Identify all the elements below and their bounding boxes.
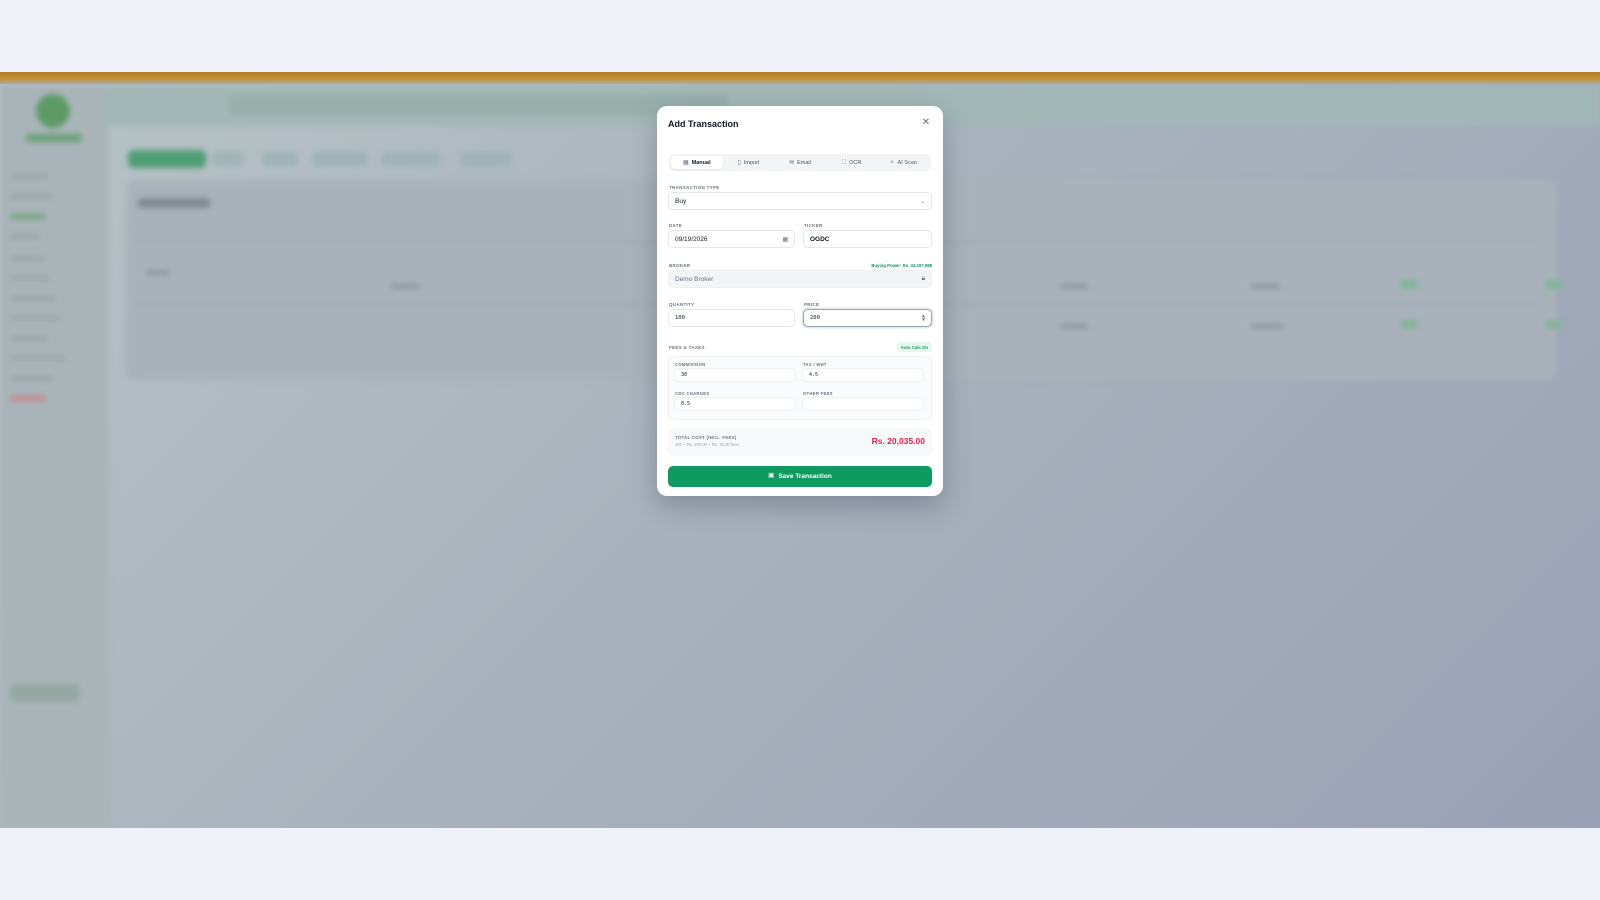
sidebar-item [10, 356, 66, 361]
tax-wht-value: 4.5 [809, 372, 819, 378]
sidebar-item [10, 276, 50, 281]
chevron-down-icon: ⌄ [919, 198, 925, 205]
price-input[interactable]: 200 ▲ ▼ [803, 309, 932, 327]
tab-ai-scan[interactable]: ✧ AI Scan [877, 156, 929, 169]
quantity-label: QUANTITY [669, 302, 695, 307]
tab-ocr[interactable]: ⛶ OCR [826, 156, 878, 169]
sidebar-item [10, 316, 60, 321]
sidebar-item [10, 174, 48, 179]
table-icon: ▦ [682, 159, 689, 166]
ticker-value: OGDC [810, 235, 830, 243]
lock-icon: 🔒︎ [921, 275, 925, 282]
mail-icon: ✉ [789, 159, 795, 166]
broker-field: Demo Broker 🔒︎ [668, 270, 932, 288]
card-title [138, 198, 210, 208]
price-label: PRICE [804, 302, 820, 307]
save-transaction-button[interactable]: ▣ Save Transaction [668, 466, 932, 487]
tab-label: Import [743, 159, 760, 166]
sidebar-item-active [10, 214, 46, 219]
sidebar [0, 84, 108, 828]
cdc-charges-value: 0.5 [681, 401, 691, 407]
cdc-charges-input[interactable]: 0.5 [674, 397, 796, 411]
modal-title: Add Transaction [668, 119, 739, 129]
user-card [10, 684, 80, 702]
sidebar-item [10, 376, 54, 381]
scan-icon: ⛶ [841, 159, 847, 166]
table-cell-badge [1400, 280, 1418, 289]
quantity-value: 100 [675, 315, 685, 321]
tab-label: AI Scan [897, 159, 917, 166]
auto-calc-toggle[interactable]: Auto Calc On [896, 342, 932, 352]
total-cost-value: Rs. 20,035.00 [871, 436, 925, 446]
ticker-label: TICKER [804, 223, 823, 228]
sidebar-item [10, 256, 44, 261]
close-icon[interactable]: ✕ [919, 116, 933, 130]
file-icon: ▯ [737, 159, 741, 166]
quantity-input[interactable]: 100 [668, 309, 795, 327]
logo-icon [36, 94, 70, 128]
tab-label: Email [797, 159, 811, 166]
cdc-charges-label: CDC CHARGES [675, 391, 710, 396]
fees-label: FEES & TAXES [669, 345, 705, 350]
commission-value: 30 [681, 372, 688, 378]
table-cell [146, 270, 170, 275]
sidebar-item [10, 234, 40, 239]
total-cost-breakdown: 100 × Rs. 200.00 + Rs. 35.00 fees [675, 442, 739, 447]
buying-power: Buying Power: Rs. 34,197,988 [871, 263, 932, 268]
save-icon: ▣ [768, 472, 775, 480]
commission-input[interactable]: 30 [674, 368, 796, 382]
add-transaction-modal: Add Transaction ✕ ▦ Manual ▯ Import ✉ Em… [657, 106, 943, 496]
sparkle-icon: ✧ [889, 159, 895, 166]
filter-chip [212, 152, 244, 166]
table-cell-badge [1545, 320, 1563, 329]
filter-chip [460, 152, 512, 166]
fees-panel: COMMISSION 30 TAX / WHT 4.5 CDC CHARGES … [668, 356, 932, 420]
ticker-input[interactable]: OGDC [803, 230, 932, 248]
sidebar-item [10, 336, 48, 341]
sidebar-item [10, 194, 52, 199]
total-cost-panel: TOTAL COST (INCL. FEES) 100 × Rs. 200.00… [668, 428, 932, 456]
tax-wht-input[interactable]: 4.5 [802, 368, 924, 382]
primary-action-button [128, 150, 206, 168]
tab-email[interactable]: ✉ Email [774, 156, 826, 169]
sidebar-item [10, 296, 56, 301]
tax-wht-label: TAX / WHT [803, 362, 827, 367]
table-cell [1060, 324, 1088, 329]
total-cost-label: TOTAL COST (INCL. FEES) [675, 435, 737, 440]
transaction-type-label: TRANSACTION TYPE [669, 185, 720, 190]
app-top-bar [0, 72, 1600, 84]
tab-manual[interactable]: ▦ Manual [671, 156, 723, 169]
tab-label: Manual [691, 159, 711, 166]
filter-chip [262, 152, 298, 166]
other-fees-input[interactable] [802, 397, 924, 411]
tab-label: OCR [849, 159, 862, 166]
table-cell [390, 284, 420, 289]
header-strip [228, 94, 728, 116]
filter-chip [382, 152, 440, 166]
transaction-type-select[interactable]: Buy ⌄ [668, 192, 932, 210]
table-cell-badge [1545, 280, 1563, 289]
broker-value: Demo Broker [675, 275, 714, 283]
table-cell-badge [1400, 320, 1418, 329]
entry-mode-tabs: ▦ Manual ▯ Import ✉ Email ⛶ OCR ✧ AI Sca… [669, 154, 931, 171]
calendar-icon[interactable]: ▦ [782, 231, 788, 247]
save-button-label: Save Transaction [778, 473, 832, 480]
tab-import[interactable]: ▯ Import [723, 156, 775, 169]
stepper-icon[interactable]: ▲ ▼ [922, 310, 925, 326]
transaction-type-value: Buy [675, 197, 687, 205]
logo-text [26, 134, 82, 142]
table-cell [1250, 324, 1284, 329]
sidebar-item-logout [10, 396, 46, 401]
date-label: DATE [669, 223, 683, 228]
other-fees-label: OTHER FEES [803, 391, 833, 396]
broker-label: BROKER [669, 263, 691, 268]
date-value: 09/19/2026 [675, 235, 708, 243]
price-value: 200 [810, 315, 820, 321]
table-cell [1250, 284, 1280, 289]
date-input[interactable]: 09/19/2026 ▦ [668, 230, 795, 248]
filter-chip [312, 152, 368, 166]
commission-label: COMMISSION [675, 362, 706, 367]
table-cell [1060, 284, 1088, 289]
